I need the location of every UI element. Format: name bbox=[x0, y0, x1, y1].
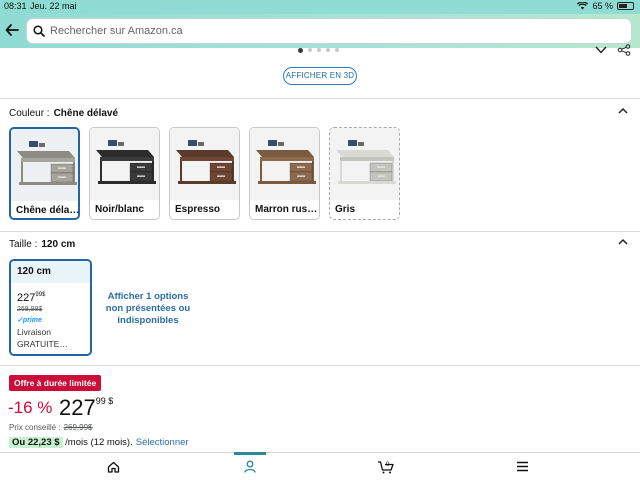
price-currency: $ bbox=[108, 396, 114, 406]
cart-icon: 0 bbox=[378, 461, 394, 473]
carousel-dot[interactable] bbox=[326, 48, 330, 52]
cart-count: 0 bbox=[386, 461, 390, 468]
search-header bbox=[0, 14, 640, 48]
delivery-label: Livraison bbox=[17, 327, 52, 337]
size-section-label: Taille :120 cm bbox=[9, 239, 75, 250]
size-option-name: 120 cm bbox=[11, 261, 90, 283]
back-arrow-icon[interactable] bbox=[5, 20, 23, 40]
battery-percent: 65 % bbox=[592, 1, 613, 11]
color-option-label: Noir/blanc bbox=[95, 204, 144, 215]
color-option[interactable]: Chêne déla… bbox=[9, 127, 80, 220]
monthly-payment: Ou 22,23 $ /mois (12 mois). Sélectionner bbox=[9, 437, 189, 448]
price-whole: 227 bbox=[59, 395, 96, 420]
divider bbox=[0, 98, 640, 99]
color-option-label: Chêne déla… bbox=[16, 205, 78, 216]
carousel-dot[interactable] bbox=[335, 48, 339, 52]
carousel-dot[interactable] bbox=[298, 48, 303, 53]
search-input[interactable] bbox=[50, 25, 550, 37]
color-option-label: Gris bbox=[335, 204, 356, 215]
share-icon[interactable] bbox=[617, 44, 631, 56]
size-option-old-price: 269,99$ bbox=[17, 306, 43, 313]
color-option-label: Espresso bbox=[175, 204, 221, 215]
home-icon bbox=[107, 461, 119, 473]
more-options-link[interactable]: Afficher 1 options non présentées ou ind… bbox=[102, 291, 194, 327]
size-option-price: 22799$ bbox=[17, 292, 45, 304]
size-option-card[interactable]: 120 cm 22799$ 269,99$ ✓prime Livraison G… bbox=[9, 259, 92, 356]
status-time: 08:31 bbox=[4, 1, 27, 11]
list-price-label: Prix conseillé : bbox=[9, 423, 61, 432]
status-date: Jeu. 22 mai bbox=[30, 1, 77, 11]
chevron-up-icon[interactable] bbox=[617, 106, 629, 116]
nav-cart[interactable]: 0 bbox=[366, 453, 406, 480]
color-option[interactable]: Espresso bbox=[169, 127, 240, 220]
divider bbox=[0, 365, 640, 366]
list-price-value: 269,99$ bbox=[63, 423, 93, 432]
product-thumbnail bbox=[170, 128, 239, 200]
color-label: Couleur : bbox=[9, 108, 50, 119]
battery-icon bbox=[617, 2, 634, 10]
status-bar: 08:31 Jeu. 22 mai 65 % bbox=[0, 0, 640, 14]
bottom-nav: 0 bbox=[0, 452, 640, 480]
select-installment-link[interactable]: Sélectionner bbox=[136, 437, 189, 448]
price-whole: 227 bbox=[17, 292, 36, 304]
search-box[interactable] bbox=[26, 18, 632, 44]
list-price: Prix conseillé :269,99$ bbox=[9, 423, 93, 432]
account-icon bbox=[244, 460, 256, 473]
limited-deal-badge: Offre à durée limitée bbox=[9, 375, 102, 391]
current-price: 22799 $ bbox=[59, 395, 113, 421]
product-thumbnail bbox=[330, 128, 399, 200]
divider bbox=[0, 231, 640, 232]
color-option[interactable]: Noir/blanc bbox=[89, 127, 160, 220]
nav-menu[interactable] bbox=[502, 453, 542, 480]
nav-account[interactable] bbox=[230, 452, 270, 480]
color-section-label: Couleur : Chêne délavé bbox=[9, 108, 118, 119]
discount-percent: -16 % bbox=[8, 398, 53, 417]
selected-color: Chêne délavé bbox=[53, 108, 119, 119]
monthly-amount: Ou 22,23 $ bbox=[9, 437, 63, 448]
size-label: Taille : bbox=[9, 239, 38, 250]
chevron-up-icon[interactable] bbox=[617, 237, 629, 247]
chevron-down-icon[interactable] bbox=[594, 44, 608, 56]
image-carousel-dots bbox=[298, 48, 339, 53]
product-thumbnail bbox=[11, 129, 78, 201]
wifi-icon bbox=[577, 2, 589, 10]
color-option-label: Marron rus… bbox=[255, 204, 317, 215]
selected-size: 120 cm bbox=[41, 239, 76, 250]
product-thumbnail bbox=[250, 128, 319, 200]
color-option[interactable]: Gris bbox=[329, 127, 400, 220]
search-icon bbox=[33, 25, 45, 37]
price-fraction: 99 bbox=[95, 396, 106, 406]
product-thumbnail bbox=[90, 128, 159, 200]
prime-badge: ✓prime bbox=[17, 317, 42, 324]
price-currency: $ bbox=[42, 292, 46, 298]
carousel-dot[interactable] bbox=[317, 48, 321, 52]
color-option[interactable]: Marron rus… bbox=[249, 127, 320, 220]
monthly-terms: /mois (12 mois). bbox=[65, 437, 133, 448]
nav-home[interactable] bbox=[93, 453, 133, 480]
view-in-3d-button[interactable]: AFFICHER EN 3D bbox=[283, 67, 357, 85]
carousel-dot[interactable] bbox=[308, 48, 312, 52]
menu-icon bbox=[516, 461, 528, 472]
delivery-free: GRATUITE… bbox=[17, 339, 68, 349]
